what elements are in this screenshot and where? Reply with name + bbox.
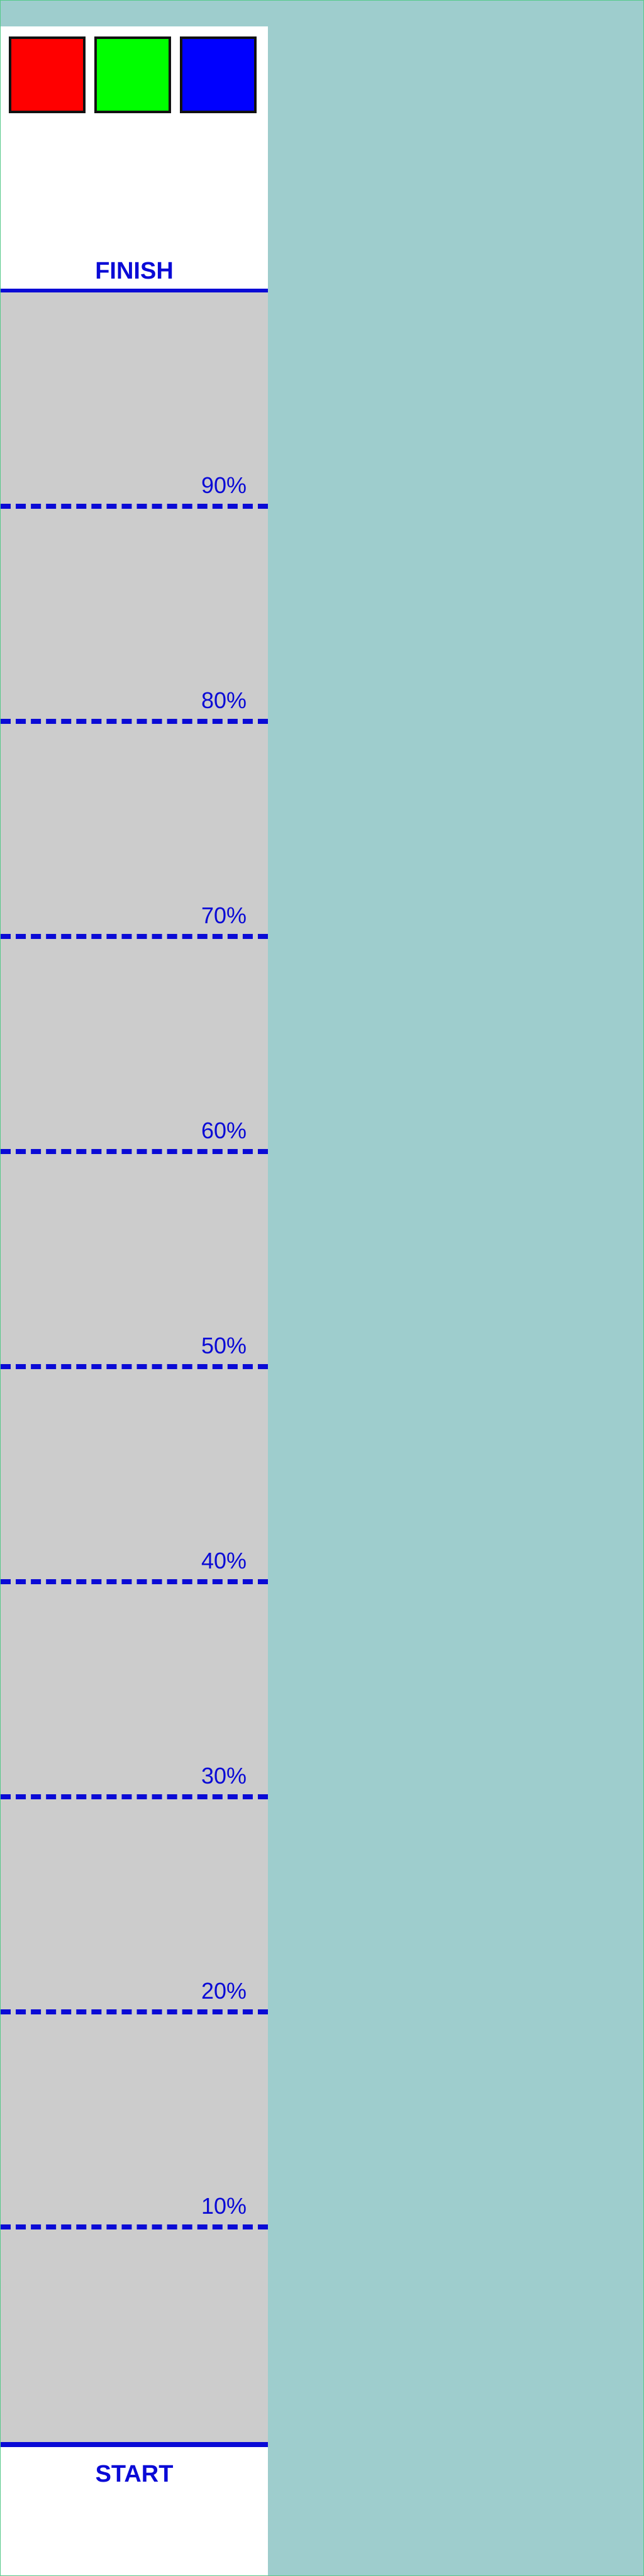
color-swatch-green[interactable] — [94, 36, 171, 113]
marker-line-90 — [1, 504, 268, 509]
marker-line-40 — [1, 1579, 268, 1584]
marker-label-70: 70% — [201, 902, 247, 928]
color-swatch-blue[interactable] — [180, 36, 257, 113]
finish-label: FINISH — [95, 258, 174, 284]
marker-line-20 — [1, 2009, 268, 2014]
marker-label-20: 20% — [201, 1978, 247, 2004]
marker-line-80 — [1, 719, 268, 724]
marker-line-70 — [1, 934, 268, 939]
marker-label-50: 50% — [201, 1333, 247, 1358]
start-label: START — [95, 2461, 174, 2487]
marker-label-10: 10% — [201, 2193, 247, 2219]
marker-label-90: 90% — [201, 472, 247, 498]
marker-label-60: 60% — [201, 1118, 247, 1143]
marker-label-40: 40% — [201, 1548, 247, 1574]
marker-label-30: 30% — [201, 1763, 247, 1789]
start-line — [1, 2442, 268, 2447]
marker-label-80: 80% — [201, 687, 247, 713]
color-swatch-red[interactable] — [9, 36, 86, 113]
marker-line-10 — [1, 2224, 268, 2229]
marker-line-60 — [1, 1149, 268, 1154]
marker-line-30 — [1, 1794, 268, 1799]
marker-line-50 — [1, 1364, 268, 1369]
